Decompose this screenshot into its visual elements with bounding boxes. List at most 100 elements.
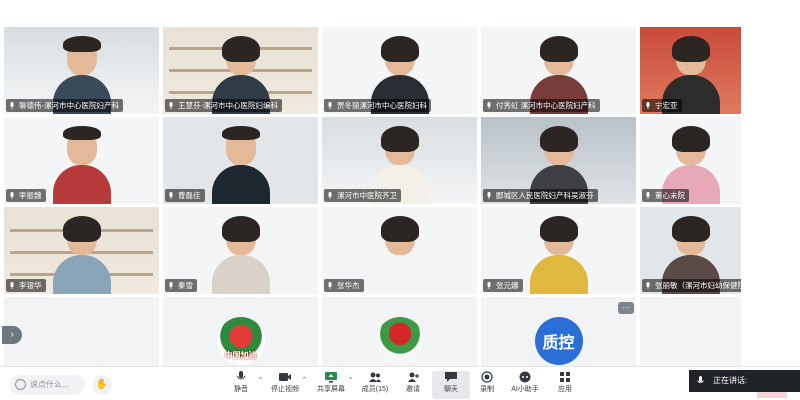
chat-label: 聊天: [444, 386, 458, 393]
stop-video-label: 停止视频: [271, 386, 299, 393]
microphone-icon: [236, 371, 246, 380]
participant-video: [52, 126, 111, 204]
mic-icon: [169, 192, 173, 199]
mute-button[interactable]: 静音 ^: [222, 371, 262, 399]
record-label: 录制: [480, 386, 494, 393]
camera-icon: [279, 373, 291, 381]
video-tile[interactable]: 张丽敏（漯河市妇幼保健院）: [639, 206, 742, 295]
members-label: 成员(15): [361, 386, 389, 393]
participant-nametag: 张丽敏（漯河市妇幼保健院）: [642, 279, 741, 292]
avatar: [375, 317, 424, 365]
participant-nametag: 郾城区人民医院妇产科吴淑芬: [483, 189, 598, 202]
participant-video: [529, 216, 588, 294]
participant-video: [211, 216, 270, 294]
chat-icon: [445, 372, 457, 382]
raise-hand-button[interactable]: ✋: [92, 375, 112, 395]
mic-icon: [10, 282, 14, 289]
video-tile[interactable]: 漯河市中医院齐卫: [321, 116, 478, 205]
video-tile[interactable]: 曹磊佳: [162, 116, 319, 205]
apps-grid-icon: [560, 372, 570, 382]
record-icon: [481, 371, 493, 383]
video-tile[interactable]: 张华杰: [321, 206, 478, 295]
video-tile[interactable]: 张元娜: [480, 206, 637, 295]
avatar-tile[interactable]: [639, 296, 742, 368]
microphone-icon: [697, 376, 704, 384]
participant-nametag: 李振魏: [6, 189, 46, 202]
video-tile[interactable]: 董心末院: [639, 116, 742, 205]
mic-icon: [646, 192, 650, 199]
share-screen-label: 共享屏幕: [317, 386, 345, 393]
apps-label: 应用: [558, 386, 572, 393]
avatar-tile[interactable]: 质控: [480, 296, 637, 368]
video-tile[interactable]: 付秀虹 漯河市中心医院妇产科: [480, 26, 637, 115]
participant-nametag: 曹磊佳: [165, 189, 205, 202]
video-tile[interactable]: 王慧芬-漯河市中心医院妇编科: [162, 26, 319, 115]
participant-nametag: 董心末院: [642, 189, 689, 202]
mic-icon: [328, 102, 332, 109]
chevron-up-icon[interactable]: ^: [259, 377, 262, 383]
invite-label: 邀请: [406, 386, 420, 393]
members-button[interactable]: 成员(15): [356, 371, 394, 399]
avatar: 中国加油: [216, 317, 265, 365]
video-grid: 聊德伟-漯河市中心医院妇产科 王慧芬-漯河市中心医院妇编科 贾冬丽漯河市中心医院…: [0, 26, 800, 368]
participant-video: [52, 216, 111, 294]
record-button[interactable]: 录制: [468, 371, 506, 399]
mute-label: 静音: [234, 386, 248, 393]
video-tile[interactable]: 聊德伟-漯河市中心医院妇产科: [3, 26, 160, 115]
avatar-text: 质控: [542, 335, 575, 352]
chevron-up-icon[interactable]: ^: [349, 377, 352, 383]
chat-placeholder: 说点什么...: [30, 380, 69, 389]
mic-icon: [328, 192, 332, 199]
apps-button[interactable]: 应用: [546, 371, 584, 399]
stop-video-button[interactable]: 停止视频 ^: [266, 371, 306, 399]
mic-icon: [487, 192, 491, 199]
participant-nametag: 秦雪: [165, 279, 197, 292]
chat-input[interactable]: 说点什么...: [10, 375, 85, 395]
invite-user-icon: [408, 372, 419, 382]
ai-assistant-label: AI小助手: [511, 386, 539, 393]
share-screen-button[interactable]: 共享屏幕 ^: [312, 371, 352, 399]
participant-nametag: 张元娜: [483, 279, 523, 292]
share-screen-icon: [325, 372, 337, 383]
participant-nametag: 王慧芬-漯河市中心医院妇编科: [165, 99, 282, 112]
video-tile[interactable]: 李银华: [3, 206, 160, 295]
mic-icon: [646, 282, 650, 289]
chevron-up-icon[interactable]: ^: [303, 377, 306, 383]
video-tile[interactable]: 李振魏: [3, 116, 160, 205]
more-options-button[interactable]: ···: [618, 302, 634, 314]
mic-icon: [10, 192, 14, 199]
bottom-toolbar: 说点什么... ✋ 静音 ^ 停止视频 ^ 共享屏幕 ^ 成员(15) 邀请 聊…: [0, 366, 800, 400]
participant-video: [370, 216, 429, 294]
participant-nametag: 漯河市中医院齐卫: [324, 189, 401, 202]
members-icon: [369, 372, 381, 382]
top-bar: [0, 0, 800, 24]
chat-button[interactable]: 聊天: [432, 371, 470, 399]
ai-assistant-icon: [519, 371, 531, 383]
participant-nametag: 李银华: [6, 279, 46, 292]
meeting-window: 聊德伟-漯河市中心医院妇产科 王慧芬-漯河市中心医院妇编科 贾冬丽漯河市中心医院…: [0, 0, 800, 400]
mic-icon: [169, 102, 173, 109]
speaking-label: 正在讲话:: [713, 376, 748, 385]
participant-nametag: 聊德伟-漯河市中心医院妇产科: [6, 99, 123, 112]
mic-icon: [487, 102, 491, 109]
invite-button[interactable]: 邀请: [394, 371, 432, 399]
avatar-tile[interactable]: [321, 296, 478, 368]
avatar: 质控: [534, 317, 583, 365]
video-tile[interactable]: 宁宏亚: [639, 26, 742, 115]
participant-nametag: 付秀虹 漯河市中心医院妇产科: [483, 99, 600, 112]
video-tile[interactable]: 郾城区人民医院妇产科吴淑芬: [480, 116, 637, 205]
smiley-icon: [15, 379, 26, 390]
avatar-tile[interactable]: 中国加油: [162, 296, 319, 368]
video-tile[interactable]: 贾冬丽漯河市中心医院妇科: [321, 26, 478, 115]
expand-arrow-button[interactable]: ›: [2, 326, 22, 344]
mic-icon: [10, 102, 14, 109]
ai-assistant-button[interactable]: AI小助手: [506, 371, 544, 399]
avatar-tile[interactable]: [3, 296, 160, 368]
participant-nametag: 贾冬丽漯河市中心医院妇科: [324, 99, 431, 112]
participant-video: [211, 126, 270, 204]
speaking-indicator: 正在讲话:: [689, 370, 800, 392]
participant-nametag: 宁宏亚: [642, 99, 682, 112]
mic-icon: [328, 282, 332, 289]
mic-icon: [646, 102, 650, 109]
video-tile[interactable]: 秦雪: [162, 206, 319, 295]
